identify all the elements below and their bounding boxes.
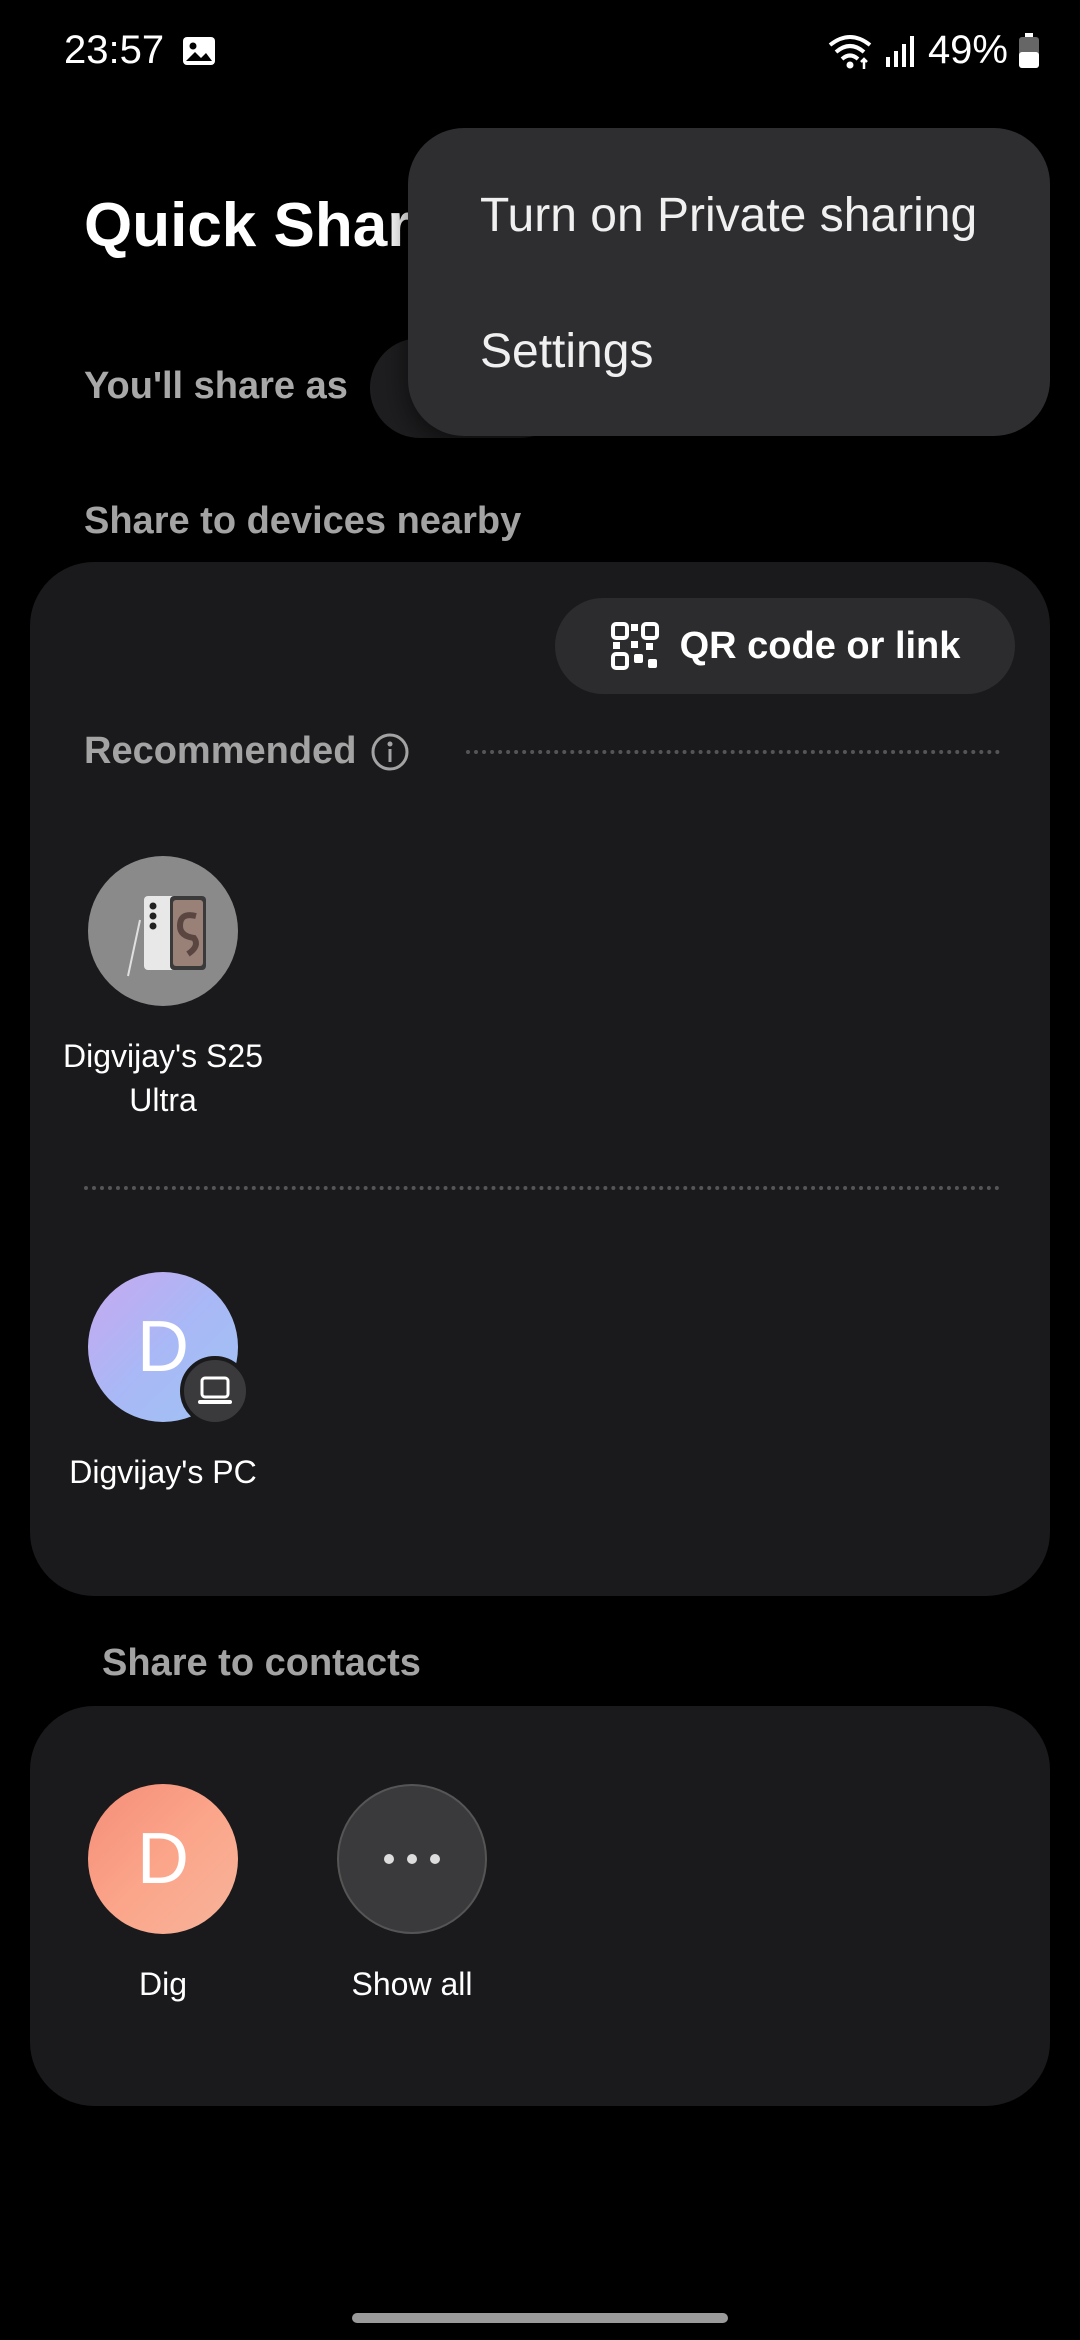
show-all-avatar [337, 1784, 487, 1934]
qr-code-label: QR code or link [679, 624, 961, 667]
recommended-label: Recommended [84, 730, 357, 772]
nearby-section-label: Share to devices nearby [84, 500, 522, 542]
battery-icon [1019, 32, 1039, 68]
overflow-menu: Turn on Private sharing Settings [408, 128, 1050, 436]
signal-icon [885, 35, 914, 67]
show-all-label: Show all [351, 1966, 473, 2002]
menu-item-settings[interactable]: Settings [480, 324, 653, 379]
show-all-button[interactable]: Show all [287, 1784, 537, 2006]
pc-avatar: D [88, 1272, 250, 1426]
info-icon[interactable] [370, 732, 410, 772]
device-digvijay-s25[interactable]: Digvijay's S25 Ultra [38, 856, 288, 1122]
contact-label: Dig [138, 1966, 187, 2002]
more-icon [384, 1854, 440, 1864]
device-digvijay-pc[interactable]: D Digvijay's PC [38, 1272, 288, 1494]
share-as-label: You'll share as [84, 365, 348, 407]
battery-percent: 49% [927, 28, 1008, 72]
menu-item-private-sharing[interactable]: Turn on Private sharing [480, 188, 977, 243]
home-indicator[interactable] [352, 2313, 728, 2323]
phone-avatar [88, 856, 238, 1006]
contact-dig[interactable]: D Dig [38, 1784, 288, 2006]
qr-code-icon [610, 622, 659, 670]
gallery-icon [183, 37, 215, 65]
quick-share-screen: 23:57 49% Quick Share You'll share as Sh… [0, 0, 1080, 2340]
status-bar: 23:57 49% [0, 0, 1080, 110]
phone-icon [127, 896, 206, 977]
status-right: 49% [826, 28, 1040, 73]
page-title: Quick Share [84, 191, 446, 260]
contact-initial: D [137, 1819, 189, 1899]
laptop-icon [198, 1376, 232, 1404]
pc-initial: D [137, 1307, 189, 1387]
device-label: Digvijay's S25 Ultra [63, 1038, 263, 1118]
qr-code-button[interactable]: QR code or link [555, 598, 1015, 694]
contacts-section-label: Share to contacts [102, 1642, 421, 1684]
laptop-badge [180, 1356, 250, 1426]
contact-avatar: D [88, 1784, 238, 1934]
status-time: 23:57 [64, 28, 165, 72]
devices-divider [84, 1186, 1000, 1190]
device-label: Digvijay's PC [69, 1454, 257, 1490]
recommended-divider [466, 750, 1000, 754]
wifi-icon [828, 34, 872, 69]
